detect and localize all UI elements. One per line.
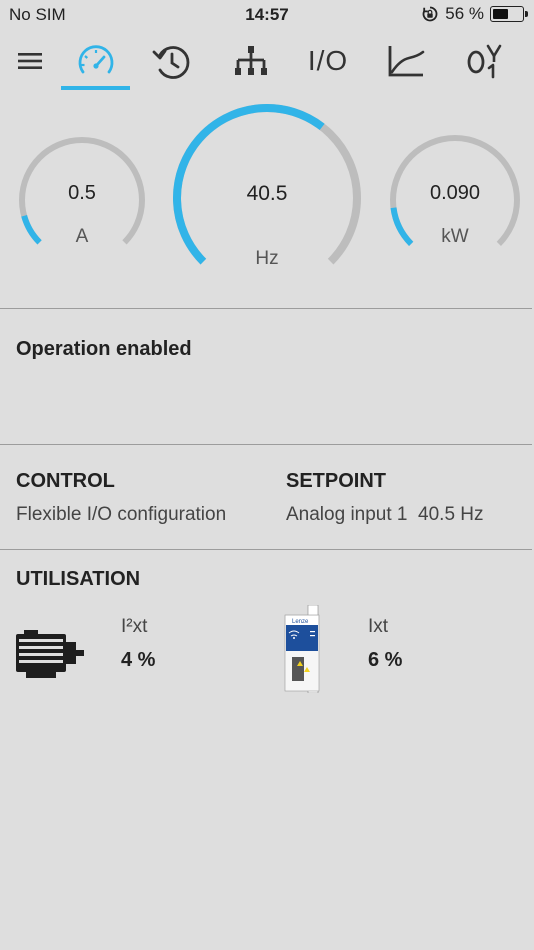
inverter-utilisation-label: Ixt [368,616,389,637]
motor-utilisation-label: I²xt [121,616,148,637]
setpoint-value: Analog input 1 40.5 Hz [286,504,484,525]
motor-utilisation-value: 4 % [121,649,156,671]
network-tree-icon [235,46,267,75]
battery-icon [490,6,528,22]
operation-status: Operation enabled [16,338,192,360]
frequency-unit: Hz [255,248,279,269]
tab-io[interactable]: I/O [293,32,363,90]
power-unit: kW [441,226,469,247]
orientation-lock-icon [422,6,438,22]
status-bar: No SIM 14:57 56 % [0,0,534,30]
tab-trend[interactable] [371,32,441,90]
history-icon [152,46,190,79]
inverter-device-icon: Lenze [284,605,320,693]
setpoint-heading: SETPOINT [286,470,387,492]
tab-history[interactable] [136,32,206,90]
power-gauge: 0.090 kW [388,134,522,247]
current-unit: A [75,226,89,247]
menu-button[interactable] [0,32,65,90]
utilisation-heading: UTILISATION [16,568,141,590]
digital-signal-icon [467,44,502,79]
battery-percent: 56 % [445,4,484,23]
divider [0,444,532,445]
battery-nub [525,11,528,17]
tab-parameters[interactable] [451,32,521,90]
active-tab-indicator [61,86,130,90]
status-right: 56 % [421,4,528,24]
speedometer-icon [78,45,114,74]
divider [0,308,532,309]
power-value: 0.090 [429,182,481,204]
tab-io-label: I/O [307,45,349,76]
control-heading: CONTROL [16,470,115,492]
hamburger-menu-icon [18,53,42,69]
current-gauge: 0.5 A [18,136,146,247]
inverter-utilisation-value: 6 % [368,649,403,671]
line-chart-icon [388,46,425,77]
top-toolbar: I/O [0,32,534,90]
frequency-gauge: 40.5 Hz [171,102,363,272]
tab-network[interactable] [216,32,286,90]
control-value: Flexible I/O configuration [16,504,227,525]
frequency-value: 40.5 [246,182,288,205]
motor-icon [16,630,84,678]
battery-fill [493,9,508,19]
tab-dashboard[interactable] [61,32,131,90]
divider [0,549,532,550]
inverter-brand-text: Lenze [292,619,309,625]
current-value: 0.5 [68,182,96,204]
